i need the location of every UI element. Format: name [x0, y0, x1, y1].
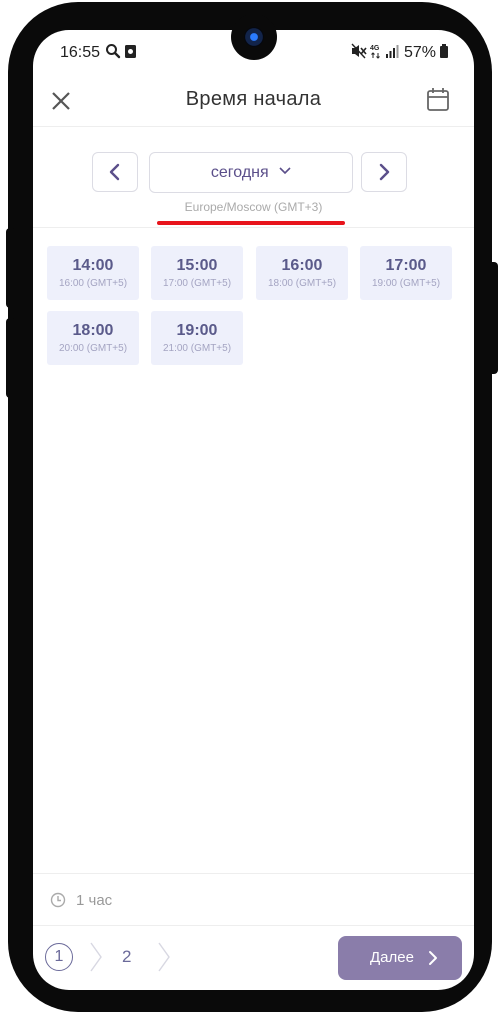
calendar-icon[interactable] [425, 86, 451, 114]
divider [33, 227, 474, 228]
step-indicator-next: 2 [122, 947, 132, 966]
slot-time: 15:00 [176, 257, 218, 274]
app-header: Время начала [33, 76, 474, 127]
front-camera [231, 14, 277, 60]
power-button [488, 262, 498, 374]
slot-time: 18:00 [72, 322, 114, 339]
slot-time: 17:00 [385, 257, 427, 274]
slot-time: 16:00 [281, 257, 323, 274]
previous-day-button[interactable] [92, 152, 138, 192]
page-title: Время начала [185, 88, 322, 110]
battery-percent: 57% [404, 44, 437, 61]
time-slot[interactable]: 17:00 19:00 (GMT+5) [360, 246, 452, 300]
chevron-right-icon [379, 163, 390, 181]
signal-icon [385, 42, 399, 65]
chevron-down-icon [279, 167, 291, 175]
volume-up-button [6, 228, 16, 308]
timezone-highlight-underline [157, 221, 345, 225]
status-time: 16:55 [60, 44, 101, 61]
slot-time: 14:00 [72, 257, 114, 274]
selected-date: сегодня [210, 164, 269, 181]
time-slot[interactable]: 15:00 17:00 (GMT+5) [151, 246, 243, 300]
duration-text: 1 час [76, 892, 113, 909]
next-button-label: Далее [370, 949, 414, 966]
network-4g-icon: 4G [370, 42, 382, 65]
time-slot[interactable]: 14:00 16:00 (GMT+5) [47, 246, 139, 300]
step-separator-icon [90, 942, 102, 972]
battery-icon [439, 42, 449, 65]
chevron-left-icon [109, 163, 120, 181]
step-indicator-current: 1 [45, 943, 73, 971]
mute-icon [351, 42, 367, 65]
time-slot[interactable]: 19:00 21:00 (GMT+5) [151, 311, 243, 365]
time-slot[interactable]: 16:00 18:00 (GMT+5) [256, 246, 348, 300]
slot-local-time: 18:00 (GMT+5) [267, 278, 337, 289]
volume-down-button [6, 318, 16, 398]
timezone-label: Europe/Moscow (GMT+3) [184, 200, 323, 214]
slot-time: 19:00 [176, 322, 218, 339]
slot-local-time: 21:00 (GMT+5) [162, 343, 232, 354]
date-selector[interactable]: сегодня [149, 152, 353, 193]
chevron-right-icon [429, 951, 437, 965]
slot-local-time: 16:00 (GMT+5) [58, 278, 128, 289]
time-slot[interactable]: 18:00 20:00 (GMT+5) [47, 311, 139, 365]
next-day-button[interactable] [361, 152, 407, 192]
clock-icon [50, 892, 66, 908]
step-separator-icon [158, 942, 170, 972]
slot-local-time: 19:00 (GMT+5) [371, 278, 441, 289]
svg-text:4G: 4G [370, 45, 380, 52]
app-screen: 16:55 4G 57% Время начала сегодня Europe… [33, 30, 474, 990]
next-button[interactable]: Далее [338, 936, 462, 980]
divider [33, 873, 474, 874]
notification-icon [124, 42, 137, 65]
divider [33, 925, 474, 926]
slot-local-time: 20:00 (GMT+5) [58, 343, 128, 354]
search-icon [105, 42, 121, 65]
slot-local-time: 17:00 (GMT+5) [162, 278, 232, 289]
